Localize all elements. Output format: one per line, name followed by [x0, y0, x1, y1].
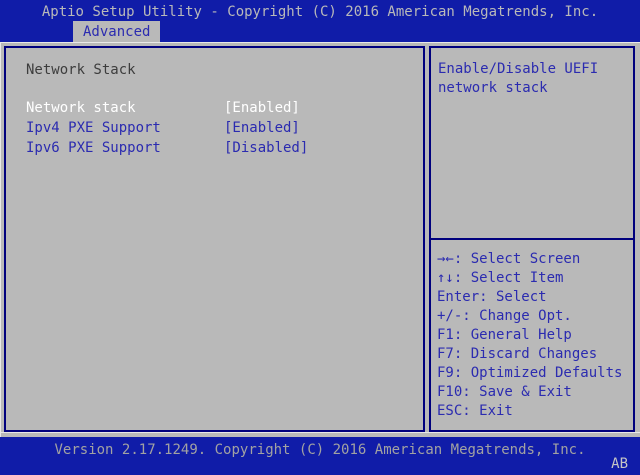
option-row-network-stack[interactable]: Network stack [Enabled]	[26, 100, 417, 120]
legend-discard-changes: F7: Discard Changes	[437, 345, 622, 364]
key-legend: →←: Select Screen ↑↓: Select Item Enter:…	[437, 250, 622, 421]
option-label: Ipv4 PXE Support	[26, 120, 224, 136]
help-panel-divider	[429, 238, 635, 240]
bios-setup-screen: Aptio Setup Utility - Copyright (C) 2016…	[0, 0, 640, 475]
section-title: Network Stack	[26, 62, 136, 78]
help-text: Enable/Disable UEFI network stack	[438, 60, 630, 98]
legend-optimized-defaults: F9: Optimized Defaults	[437, 364, 622, 383]
tab-advanced[interactable]: Advanced	[73, 21, 160, 42]
option-value: [Enabled]	[224, 100, 300, 116]
option-value: [Enabled]	[224, 120, 300, 136]
option-label: Network stack	[26, 100, 224, 116]
option-label: Ipv6 PXE Support	[26, 140, 224, 156]
option-row-ipv6-pxe[interactable]: Ipv6 PXE Support [Disabled]	[26, 140, 417, 160]
help-panel: Enable/Disable UEFI network stack →←: Se…	[429, 46, 635, 432]
footer-version-line: Version 2.17.1249. Copyright (C) 2016 Am…	[0, 442, 640, 458]
option-value: [Disabled]	[224, 140, 308, 156]
option-row-ipv4-pxe[interactable]: Ipv4 PXE Support [Enabled]	[26, 120, 417, 140]
tab-advanced-label: Advanced	[83, 24, 150, 40]
legend-change-opt: +/-: Change Opt.	[437, 307, 622, 326]
options-list: Network stack [Enabled] Ipv4 PXE Support…	[26, 100, 417, 160]
legend-save-exit: F10: Save & Exit	[437, 383, 622, 402]
legend-select-screen: →←: Select Screen	[437, 250, 622, 269]
window-title: Aptio Setup Utility - Copyright (C) 2016…	[0, 4, 640, 20]
footer-corner-label: AB	[611, 456, 628, 472]
legend-select-item: ↑↓: Select Item	[437, 269, 622, 288]
legend-general-help: F1: General Help	[437, 326, 622, 345]
legend-esc-exit: ESC: Exit	[437, 402, 622, 421]
legend-enter-select: Enter: Select	[437, 288, 622, 307]
content-area: Network Stack Network stack [Enabled] Ip…	[0, 42, 640, 437]
options-panel: Network Stack Network stack [Enabled] Ip…	[4, 46, 425, 432]
